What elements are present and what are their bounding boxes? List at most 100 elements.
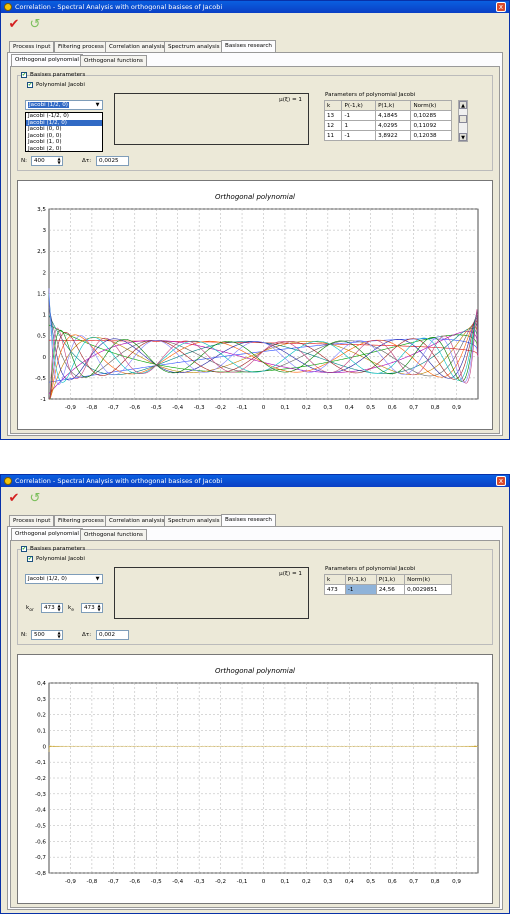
jacobi-type-value: Jacobi (1/2, 0) xyxy=(28,576,67,582)
table-header: P(1,k) xyxy=(375,100,412,111)
scroll-thumb[interactable] xyxy=(459,115,467,123)
x-tick-label: -0,4 xyxy=(172,879,183,885)
polynomial-jacobi-checkbox[interactable]: ✔ xyxy=(27,82,33,88)
x-tick-label: -0,9 xyxy=(65,879,76,885)
back-arrow-icon[interactable]: ↺ xyxy=(26,16,44,34)
x-tick-label: -0,3 xyxy=(194,405,205,411)
spin-arrows-icon[interactable]: ▲ ▼ xyxy=(96,604,102,612)
app-window: Correlation - Spectral Analysis with ort… xyxy=(0,0,510,440)
table-cell: -1 xyxy=(341,110,377,121)
x-tick-label: -0,7 xyxy=(108,879,119,885)
chart-panel: Orthogonal polynomial -0,9 -0,8 -0,7 -0,6 -0… xyxy=(17,180,493,430)
jacobi-type-select[interactable]: Jacobi (1/2, 0) ▼ xyxy=(25,100,103,110)
x-tick-label: 0,7 xyxy=(409,405,418,411)
y-tick-label: 3 xyxy=(42,228,46,234)
tab-process-input[interactable]: Process input xyxy=(9,515,55,526)
jacobi-type-select[interactable]: Jacobi (1/2, 0) ▼ xyxy=(25,574,103,584)
dt-input[interactable]: 0,0025 xyxy=(96,156,129,166)
table-header: Norm(k) xyxy=(410,100,452,111)
checkmark-icon[interactable]: ✔ xyxy=(5,490,23,508)
y-tick-label: -0,8 xyxy=(35,871,46,877)
spin-arrows-icon[interactable]: ▲ ▼ xyxy=(56,604,62,612)
table-cell: 12 xyxy=(323,120,343,131)
spin-arrows-icon[interactable]: ▲ ▼ xyxy=(56,631,62,639)
y-tick-label: -0,3 xyxy=(35,792,46,798)
x-tick-label: 0,8 xyxy=(431,879,440,885)
chart-panel: Orthogonal polynomial -0,9 -0,8 -0,7 -0,6 -0… xyxy=(17,654,493,904)
title-bar: Correlation - Spectral Analysis with ort… xyxy=(1,1,509,13)
n-spinbox[interactable]: 500 ▲ ▼ xyxy=(31,630,63,640)
dt-label: Δτ: xyxy=(82,632,92,638)
close-button[interactable]: x xyxy=(496,2,506,12)
ke-spinbox[interactable]: 473 ▲ ▼ xyxy=(81,603,103,613)
tab-filtering-process[interactable]: Filtering process xyxy=(54,41,108,52)
params-table: k P(-1,k) P(1,k) Norm(k) 473 -1 24,56 0,002985… xyxy=(324,574,452,595)
x-tick-label: -0,8 xyxy=(86,879,97,885)
chevron-down-icon[interactable]: ▼ xyxy=(93,101,102,109)
x-tick-label: 0,6 xyxy=(388,879,397,885)
dropdown-option[interactable]: Jacobi (2, 0) xyxy=(26,146,102,153)
weight-function-box: μ(ξ) = 1 xyxy=(114,93,309,145)
table-row[interactable]: 13 -1 4,1845 0,10285 xyxy=(323,110,452,121)
kor-label: kor xyxy=(26,605,34,613)
x-tick-label: 0,1 xyxy=(280,405,289,411)
y-tick-label: -0,7 xyxy=(35,855,46,861)
back-arrow-icon[interactable]: ↺ xyxy=(26,490,44,508)
window-title: Correlation - Spectral Analysis with ort… xyxy=(15,3,223,11)
scroll-down-icon[interactable]: ▼ xyxy=(459,133,467,141)
tab-spectrum-analysis[interactable]: Spectrum analysis xyxy=(164,41,224,52)
close-button[interactable]: x xyxy=(496,476,506,486)
table-row[interactable]: 12 1 4,0295 0,11092 xyxy=(323,120,452,131)
x-tick-label: -0,9 xyxy=(65,405,76,411)
y-tick-label: -0,5 xyxy=(35,824,46,830)
x-tick-label: -0,3 xyxy=(194,879,205,885)
tab-correlation-analysis[interactable]: Correlation analysis xyxy=(105,515,169,526)
kor-subscript: or xyxy=(29,608,34,614)
table-row[interactable]: 473 -1 24,56 0,0029851 xyxy=(324,584,452,595)
x-tick-label: 0 xyxy=(262,405,266,411)
weight-function-label: μ(ξ) = 1 xyxy=(279,97,302,103)
dt-input[interactable]: 0,002 xyxy=(96,630,129,640)
toolbar: ✔ ↺ xyxy=(1,14,509,36)
polynomial-jacobi-checkbox[interactable]: ✔ xyxy=(27,556,33,562)
spin-arrows-icon[interactable]: ▲ ▼ xyxy=(56,157,62,165)
tab-orthogonal-functions[interactable]: Orthogonal functions xyxy=(80,55,147,66)
tab-process-input[interactable]: Process input xyxy=(9,41,55,52)
n-spinbox[interactable]: 400 ▲ ▼ xyxy=(31,156,63,166)
params-table: k P(-1,k) P(1,k) Norm(k) 13 -1 4,1845 0,10285 … xyxy=(323,100,452,141)
n-value: 400 xyxy=(34,158,45,164)
table-cell: 4,0295 xyxy=(375,120,412,131)
params-scrollbar[interactable]: ▲ ▼ xyxy=(458,100,468,142)
x-tick-label: 0,4 xyxy=(345,405,354,411)
y-tick-label: -0,2 xyxy=(35,776,46,782)
tab-orthogonal-functions[interactable]: Orthogonal functions xyxy=(80,529,147,540)
tab-filtering-process[interactable]: Filtering process xyxy=(54,515,108,526)
orthogonal-polynomial-chart: -0,9 -0,8 -0,7 -0,6 -0,5 -0,4 -0,3 -0,2 -0,1 0 0,1… xyxy=(35,207,479,411)
tab-correlation-analysis[interactable]: Correlation analysis xyxy=(105,41,169,52)
tab-orthogonal-polynomial[interactable]: Orthogonal polynomial xyxy=(11,528,83,540)
app-icon xyxy=(4,3,12,11)
table-cell: -1 xyxy=(344,584,377,595)
tab-basises-research[interactable]: Basises research xyxy=(221,514,276,526)
params-title: Parameters of polynomial Jacobi xyxy=(325,92,416,98)
window-title: Correlation - Spectral Analysis with ort… xyxy=(15,477,223,485)
y-tick-label: 0,3 xyxy=(37,697,46,703)
y-tick-label: -0,1 xyxy=(35,760,46,766)
chevron-down-icon[interactable]: ▼ xyxy=(93,575,102,583)
tab-orthogonal-polynomial[interactable]: Orthogonal polynomial xyxy=(11,54,83,66)
table-row[interactable]: 11 -1 3,8922 0,12038 xyxy=(323,130,452,141)
checkmark-icon[interactable]: ✔ xyxy=(5,16,23,34)
jacobi-type-value: Jacobi (1/2, 0) xyxy=(28,102,69,108)
kor-spinbox[interactable]: 473 ▲ ▼ xyxy=(41,603,63,613)
x-tick-label: -0,6 xyxy=(129,405,140,411)
y-tick-label: 1 xyxy=(42,313,46,319)
basises-parameters-label: Basises parameters xyxy=(30,72,86,78)
basises-parameters-checkbox[interactable]: ✔ xyxy=(21,546,27,552)
x-tick-label: 0,9 xyxy=(452,405,461,411)
scroll-up-icon[interactable]: ▲ xyxy=(459,101,467,109)
y-tick-label: -0,4 xyxy=(35,808,46,814)
tab-basises-research[interactable]: Basises research xyxy=(221,40,276,52)
basises-parameters-checkbox[interactable]: ✔ xyxy=(21,72,27,78)
table-cell: 11 xyxy=(323,130,343,141)
tab-spectrum-analysis[interactable]: Spectrum analysis xyxy=(164,515,224,526)
